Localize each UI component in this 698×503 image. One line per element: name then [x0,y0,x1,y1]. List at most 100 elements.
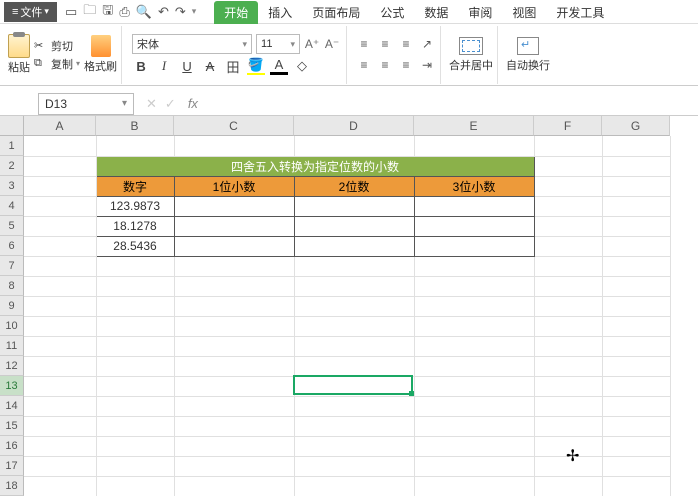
tab-review[interactable]: 审阅 [458,1,502,24]
cell-D18[interactable] [294,476,414,496]
align-middle-icon[interactable]: ≡ [376,35,394,53]
align-left-icon[interactable]: ≡ [355,56,373,74]
row-header-3[interactable]: 3 [0,176,24,196]
cell-F3[interactable] [534,176,602,196]
cell-F16[interactable] [534,436,602,456]
cell-C8[interactable] [174,276,294,296]
cell-G1[interactable] [602,136,670,156]
qat-preview-icon[interactable]: 🔍 [136,4,152,20]
cell-G2[interactable] [602,156,670,176]
row-header-4[interactable]: 4 [0,196,24,216]
cell-G10[interactable] [602,316,670,336]
row-header-6[interactable]: 6 [0,236,24,256]
row-header-18[interactable]: 18 [0,476,24,496]
row-header-17[interactable]: 17 [0,456,24,476]
qat-new-icon[interactable]: ▭ [65,4,77,20]
cell-G7[interactable] [602,256,670,276]
cell-B10[interactable] [96,316,174,336]
cell-F9[interactable] [534,296,602,316]
cell-F18[interactable] [534,476,602,496]
cell-A17[interactable] [24,456,96,476]
copy-button[interactable]: ⧉复制▾ [34,56,80,72]
qat-undo-icon[interactable]: ↶ [158,4,169,20]
cell-A2[interactable] [24,156,96,176]
cell-C4[interactable] [174,196,294,216]
fx-icon[interactable]: fx [184,96,198,111]
cell-C10[interactable] [174,316,294,336]
file-menu-button[interactable]: ≡ 文件 ▾ [4,2,57,22]
col-header-D[interactable]: D [294,116,414,136]
cell-A16[interactable] [24,436,96,456]
cell-F11[interactable] [534,336,602,356]
cells-area[interactable]: 四舍五入转换为指定位数的小数数字1位小数2位数3位小数123.987318.12… [24,136,671,496]
cell-D1[interactable] [294,136,414,156]
cell-F14[interactable] [534,396,602,416]
cell-G5[interactable] [602,216,670,236]
cell-F2[interactable] [534,156,602,176]
cell-G15[interactable] [602,416,670,436]
cell-G14[interactable] [602,396,670,416]
cell-E16[interactable] [414,436,534,456]
format-painter-button[interactable]: 格式刷 [84,35,117,74]
paste-button[interactable]: 粘贴 [8,34,30,75]
fb-confirm-icon[interactable]: ✓ [165,96,176,112]
cell-A3[interactable] [24,176,96,196]
cell-A18[interactable] [24,476,96,496]
cell-E12[interactable] [414,356,534,376]
row-header-10[interactable]: 10 [0,316,24,336]
cell-G17[interactable] [602,456,670,476]
tab-page-layout[interactable]: 页面布局 [302,1,370,24]
cell-B8[interactable] [96,276,174,296]
cut-button[interactable]: ✂剪切 [34,38,80,54]
cell-E5[interactable] [414,216,534,236]
cell-E3[interactable]: 3位小数 [414,176,534,196]
cell-E4[interactable] [414,196,534,216]
cell-C6[interactable] [174,236,294,256]
cell-G8[interactable] [602,276,670,296]
cell-D7[interactable] [294,256,414,276]
name-box[interactable]: D13 ▾ [38,93,134,115]
tab-formulas[interactable]: 公式 [370,1,414,24]
row-header-7[interactable]: 7 [0,256,24,276]
orientation-icon[interactable]: ↗ [418,35,436,53]
font-name-select[interactable]: 宋体▾ [132,34,252,54]
cell-C12[interactable] [174,356,294,376]
tab-data[interactable]: 数据 [414,1,458,24]
cell-E1[interactable] [414,136,534,156]
cell-E17[interactable] [414,456,534,476]
cell-B5[interactable]: 18.1278 [96,216,174,236]
cell-A9[interactable] [24,296,96,316]
increase-font-button[interactable]: A⁺ [304,36,320,52]
row-header-15[interactable]: 15 [0,416,24,436]
cell-B2[interactable]: 四舍五入转换为指定位数的小数 [96,156,534,176]
cell-D13[interactable] [294,376,414,396]
cell-F12[interactable] [534,356,602,376]
qat-redo-icon[interactable]: ↷ [175,4,186,20]
spreadsheet-grid[interactable]: ABCDEFG 123456789101112131415161718 四舍五入… [0,116,698,496]
cell-A5[interactable] [24,216,96,236]
align-right-icon[interactable]: ≡ [397,56,415,74]
cell-C5[interactable] [174,216,294,236]
cell-D10[interactable] [294,316,414,336]
cell-A10[interactable] [24,316,96,336]
cell-C17[interactable] [174,456,294,476]
cell-E7[interactable] [414,256,534,276]
col-header-G[interactable]: G [602,116,670,136]
borders-button[interactable]: 田 [224,57,242,75]
cell-F1[interactable] [534,136,602,156]
cell-G6[interactable] [602,236,670,256]
cell-D9[interactable] [294,296,414,316]
cell-A6[interactable] [24,236,96,256]
cell-F17[interactable] [534,456,602,476]
cell-D14[interactable] [294,396,414,416]
align-center-icon[interactable]: ≡ [376,56,394,74]
qat-print-icon[interactable]: ⎙ [119,4,129,20]
bold-button[interactable]: B [132,57,150,75]
cell-C15[interactable] [174,416,294,436]
cell-E6[interactable] [414,236,534,256]
qat-open-icon[interactable]: 🗀 [83,1,96,23]
cell-G18[interactable] [602,476,670,496]
row-header-2[interactable]: 2 [0,156,24,176]
row-header-12[interactable]: 12 [0,356,24,376]
cell-E15[interactable] [414,416,534,436]
